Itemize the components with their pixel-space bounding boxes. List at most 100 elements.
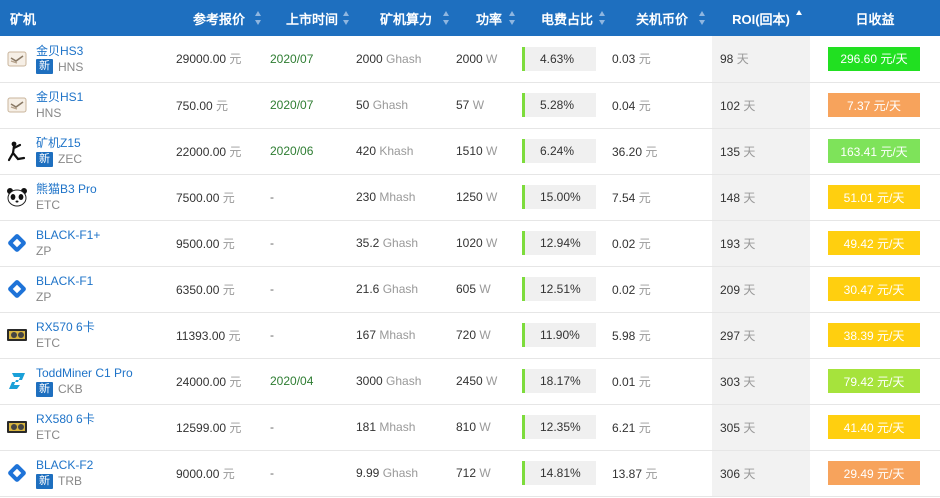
hashrate-unit: Ghash — [386, 374, 422, 388]
income-cell: 38.39 元/天 — [810, 312, 940, 358]
sort-icon[interactable] — [509, 11, 516, 25]
power-unit: W — [472, 98, 485, 112]
elec-bar: 12.94% — [522, 231, 596, 255]
price-unit: 元 — [216, 98, 229, 113]
roi-value: 135 — [720, 144, 741, 159]
shutdown-value: 5.98 — [612, 328, 636, 343]
header-shutdown[interactable]: 关机币价 — [612, 0, 712, 36]
roi-value: 98 — [720, 52, 734, 67]
table-row[interactable]: 金贝HS3 新 HNS 29000.00 元 2020/07 2000 Ghash… — [0, 36, 940, 82]
table-row[interactable]: 熊猫B3 Pro ETC 7500.00 元 - 230 Mhash 1250 … — [0, 174, 940, 220]
goldshell-icon — [6, 94, 28, 116]
date-cell: - — [268, 266, 356, 312]
sort-icon[interactable] — [255, 11, 262, 25]
price-cell: 7500.00 元 — [170, 174, 268, 220]
table-row[interactable]: ToddMiner C1 Pro 新 CKB 24000.00 元 2020/04… — [0, 358, 940, 404]
date-cell: - — [268, 220, 356, 266]
price-unit: 元 — [222, 282, 235, 297]
price-cell: 9000.00 元 — [170, 450, 268, 496]
shutdown-cell: 0.02 元 — [612, 220, 712, 266]
income-cell: 29.49 元/天 — [810, 450, 940, 496]
header-income[interactable]: 日收益 — [810, 0, 940, 36]
goldshell-icon — [6, 48, 28, 70]
coin-label: HNS — [58, 59, 84, 74]
header-price[interactable]: 参考报价 — [170, 0, 268, 36]
power-cell: 57 W — [456, 82, 522, 128]
date-value: - — [270, 328, 274, 342]
header-roi[interactable]: ROI(回本) — [712, 0, 810, 36]
power-unit: W — [486, 236, 498, 250]
miner-name-link[interactable]: RX580 6卡 — [36, 411, 95, 427]
shutdown-cell: 0.03 元 — [612, 36, 712, 82]
income-badge: 296.60 元/天 — [828, 46, 920, 71]
shutdown-unit: 元 — [645, 144, 658, 159]
table-row[interactable]: BLACK-F1 ZP 6350.00 元 - 21.6 Ghash 605 W… — [0, 266, 940, 312]
elec-value: 14.81% — [540, 466, 581, 480]
table-row[interactable]: BLACK-F2 新 TRB 9000.00 元 - 9.99 Ghash 712… — [0, 450, 940, 496]
shutdown-value: 0.02 — [612, 282, 636, 297]
power-value: 810 — [456, 420, 477, 434]
miner-name-link[interactable]: BLACK-F1+ — [36, 227, 100, 243]
miner-coin: 新 ZEC — [36, 151, 82, 167]
hashrate-value: 230 — [356, 190, 377, 204]
miner-cell: 金贝HS3 新 HNS — [0, 36, 170, 82]
date-cell: 2020/07 — [268, 36, 356, 82]
shutdown-cell: 6.21 元 — [612, 404, 712, 450]
header-elec[interactable]: 电费占比 — [522, 0, 612, 36]
hashrate-unit: Mhash — [379, 328, 416, 342]
date-value: 2020/07 — [270, 51, 314, 66]
header-date[interactable]: 上市时间 — [268, 0, 356, 36]
price-cell: 750.00 元 — [170, 82, 268, 128]
elec-bar-fill — [522, 461, 525, 485]
header-hashrate[interactable]: 矿机算力 — [356, 0, 456, 36]
table-row[interactable]: BLACK-F1+ ZP 9500.00 元 - 35.2 Ghash 1020… — [0, 220, 940, 266]
date-cell: - — [268, 312, 356, 358]
income-badge: 79.42 元/天 — [828, 369, 920, 393]
elec-value: 18.17% — [540, 374, 581, 388]
table-row[interactable]: RX570 6卡 ETC 11393.00 元 - 167 Mhash 720 … — [0, 312, 940, 358]
date-value: 2020/04 — [270, 374, 314, 388]
power-value: 57 — [456, 98, 470, 112]
hashrate-unit: Mhash — [379, 190, 416, 204]
price-cell: 6350.00 元 — [170, 266, 268, 312]
sort-icon[interactable] — [699, 11, 706, 25]
miner-name-link[interactable]: BLACK-F2 — [36, 457, 93, 473]
miner-name-link[interactable]: BLACK-F1 — [36, 273, 93, 289]
miner-name-link[interactable]: 金贝HS1 — [36, 89, 83, 105]
power-unit: W — [479, 282, 491, 296]
coin-label: ETC — [36, 428, 60, 442]
header-elec-label: 电费占比 — [540, 11, 593, 27]
elec-bar-fill — [522, 277, 525, 301]
header-miner[interactable]: 矿机 — [0, 0, 170, 36]
miner-name-link[interactable]: ToddMiner C1 Pro — [36, 365, 133, 381]
header-power[interactable]: 功率 — [456, 0, 522, 36]
table-row[interactable]: 矿机Z15 新 ZEC 22000.00 元 2020/06 420 Khash … — [0, 128, 940, 174]
shutdown-cell: 7.54 元 — [612, 174, 712, 220]
miner-name-link[interactable]: 金贝HS3 — [36, 43, 83, 59]
elec-cell: 12.35% — [522, 404, 612, 450]
roi-value: 306 — [720, 466, 741, 481]
sort-icon[interactable] — [599, 11, 606, 25]
shutdown-value: 0.02 — [612, 236, 636, 251]
sort-icon[interactable] — [443, 11, 450, 25]
income-cell: 49.42 元/天 — [810, 220, 940, 266]
power-value: 2450 — [456, 374, 483, 388]
roi-cell: 135 天 — [712, 128, 810, 174]
miner-name-link[interactable]: 熊猫B3 Pro — [36, 181, 97, 197]
miner-name-link[interactable]: 矿机Z15 — [36, 135, 82, 151]
sort-icon[interactable] — [343, 11, 350, 25]
elec-bar-fill — [522, 415, 525, 439]
shutdown-cell: 13.87 元 — [612, 450, 712, 496]
income-badge: 163.41 元/天 — [828, 139, 920, 163]
elec-bar-fill — [522, 323, 525, 347]
table-row[interactable]: 金贝HS1 HNS 750.00 元 2020/07 50 Ghash 57 W… — [0, 82, 940, 128]
price-value: 29000.00 — [176, 52, 227, 67]
sort-asc-icon[interactable] — [796, 10, 802, 15]
price-unit: 元 — [229, 144, 242, 159]
date-value: - — [270, 282, 274, 296]
power-unit: W — [479, 420, 491, 434]
table-row[interactable]: RX580 6卡 ETC 12599.00 元 - 181 Mhash 810 … — [0, 404, 940, 450]
elec-value: 12.51% — [540, 282, 581, 296]
miner-name-link[interactable]: RX570 6卡 — [36, 319, 95, 335]
income-badge: 7.37 元/天 — [828, 93, 920, 117]
